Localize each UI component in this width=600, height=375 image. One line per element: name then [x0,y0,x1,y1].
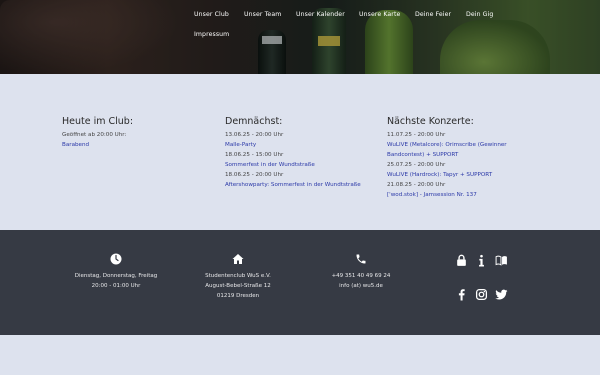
upcoming-heading: Demnächst: [225,116,283,127]
today-heading: Heute im Club: [62,116,134,127]
upcoming-event-link[interactable]: Aftershowparty: Sommerfest in der Wundts… [225,180,385,190]
concerts-heading: Nächste Konzerte: [387,116,474,127]
contact-info: +49 351 40 49 69 24 info (at) wu5.de [296,253,426,291]
facebook-icon[interactable] [455,288,468,301]
phone-icon [356,254,366,264]
twitter-icon[interactable] [495,288,508,301]
home-icon [232,254,244,264]
hours-days: Dienstag, Donnerstag, Freitag [74,273,158,279]
address-street: August-Bebel-Straße 12 [205,283,271,289]
address-name: Studentenclub WuS e.V. [205,273,271,279]
upcoming-date: 18.06.25 - 15:00 Uhr [225,152,284,158]
concert-date: 21.08.25 - 20:00 Uhr [387,182,446,188]
concert-event-link[interactable]: ['wod.stok] - Jamsession Nr. 137 [387,190,547,200]
club-address: Studentenclub WuS e.V. August-Bebel-Stra… [173,253,303,301]
site-footer: Dienstag, Donnerstag, Freitag 20:00 - 01… [0,230,600,335]
nav-unser-team[interactable]: Unser Team [244,11,281,18]
upcoming-date: 18.06.25 - 20:00 Uhr [225,172,284,178]
book-icon[interactable] [495,254,508,267]
contact-phone[interactable]: +49 351 40 49 69 24 [296,271,426,281]
upcoming-date: 13.06.25 - 20:00 Uhr [225,132,284,138]
today-column: Heute im Club: Geöffnet ab 20:00 Uhr: Ba… [62,116,222,150]
today-event-link[interactable]: Barabend [62,140,222,150]
hours-time: 20:00 - 01:00 Uhr [91,283,141,289]
today-open-text: Geöffnet ab 20:00 Uhr: [62,132,127,138]
concert-date: 11.07.25 - 20:00 Uhr [387,132,446,138]
page-bottom-spacer [0,335,600,375]
upcoming-column: Demnächst: 13.06.25 - 20:00 Uhr Malle-Pa… [225,116,385,190]
upcoming-event-link[interactable]: Malle-Party [225,140,385,150]
upcoming-event-link[interactable]: Sommerfest in der Wundtstraße [225,160,385,170]
nav-deine-feier[interactable]: Deine Feier [415,11,451,18]
info-section: Heute im Club: Geöffnet ab 20:00 Uhr: Ba… [0,74,600,230]
nav-dein-gig[interactable]: Dein Gig [466,11,493,18]
opening-hours: Dienstag, Donnerstag, Freitag 20:00 - 01… [51,253,181,291]
nav-unser-kalender[interactable]: Unser Kalender [296,11,345,18]
contact-email[interactable]: info (at) wu5.de [296,281,426,291]
lock-icon[interactable] [455,254,468,267]
clock-icon [110,253,122,265]
concert-event-link[interactable]: WuLIVE (Metalcore): Orimscribe (Gewinner… [387,140,527,160]
nav-unsere-karte[interactable]: Unsere Karte [359,11,400,18]
concert-date: 25.07.25 - 20:00 Uhr [387,162,446,168]
address-city: 01219 Dresden [216,293,260,299]
concerts-column: Nächste Konzerte: 11.07.25 - 20:00 Uhr W… [387,116,547,200]
concert-event-link[interactable]: WuLIVE (Hardrock): Tapyr + SUPPORT [387,170,547,180]
nav-impressum[interactable]: Impressum [194,31,229,38]
main-navigation: Unser Club Unser Team Unser Kalender Uns… [0,0,600,74]
nav-unser-club[interactable]: Unser Club [194,11,229,18]
footer-icon-links [455,254,515,304]
info-icon[interactable] [475,254,488,267]
instagram-icon[interactable] [475,288,488,301]
